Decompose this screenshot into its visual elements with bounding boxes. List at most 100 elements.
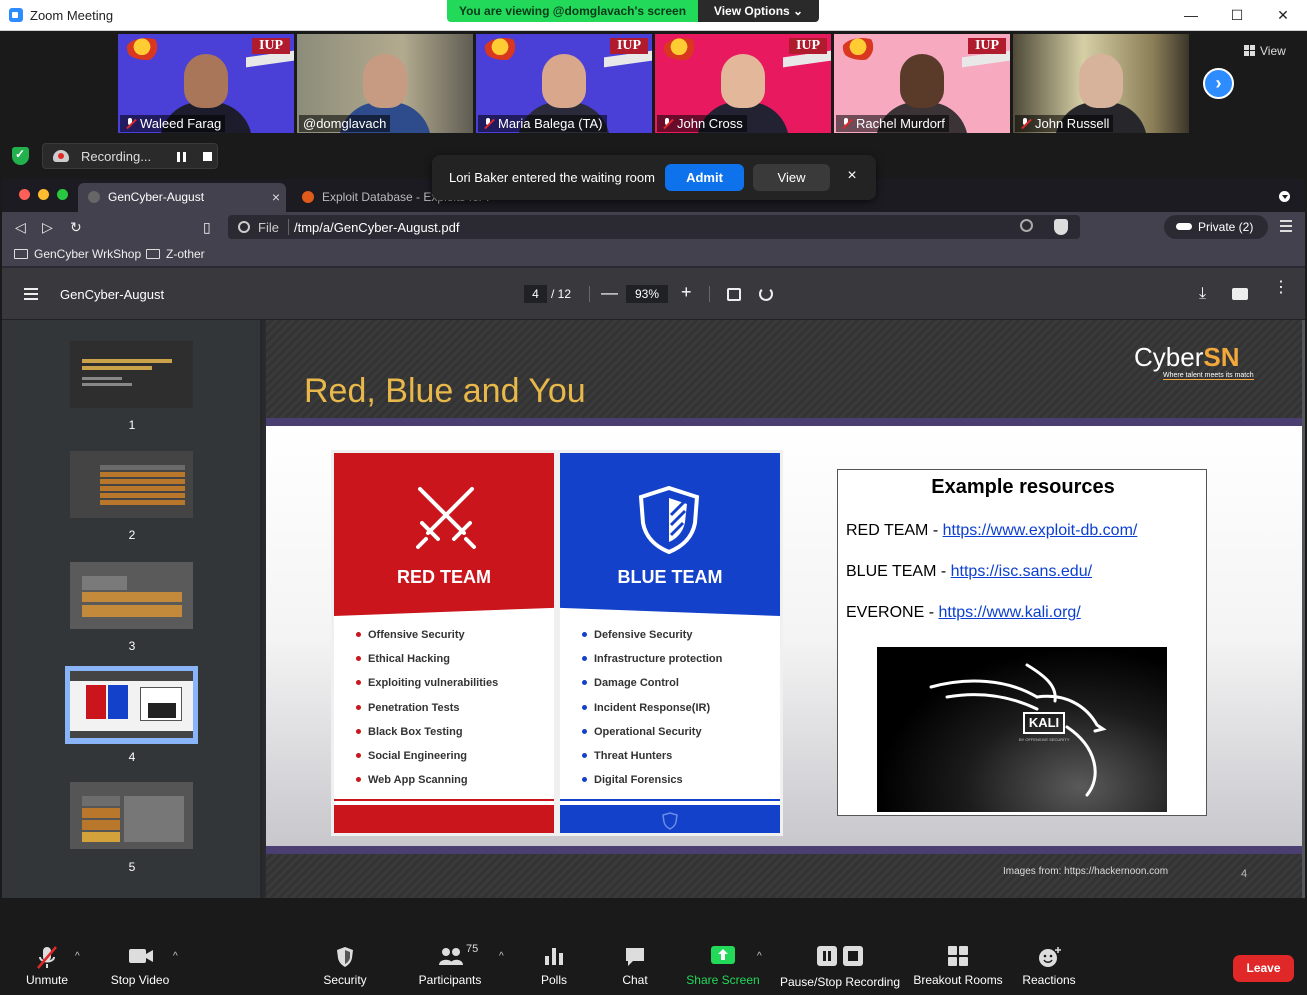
maximize-button[interactable]: ☐	[1214, 4, 1260, 26]
pause-stop-recording-button[interactable]: Pause/Stop Recording	[778, 938, 902, 994]
info-icon[interactable]	[238, 221, 250, 233]
participant-tile[interactable]: John Russell	[1013, 34, 1189, 133]
zoom-level-input[interactable]: 93%	[626, 285, 668, 303]
zoom-app-icon	[9, 8, 23, 22]
exploit-db-link[interactable]: https://www.exploit-db.com/	[943, 522, 1138, 539]
forward-icon[interactable]: ▷	[42, 219, 53, 236]
share-screen-button[interactable]: Share Screen	[684, 938, 762, 994]
sans-isc-link[interactable]: https://isc.sans.edu/	[951, 563, 1092, 580]
reload-icon[interactable]: ↻	[70, 219, 82, 236]
audio-options-caret[interactable]: ^	[75, 951, 80, 962]
gencyber-logo-icon	[842, 38, 882, 60]
gencyber-logo-icon	[663, 38, 703, 60]
thumbnail-number: 4	[128, 750, 136, 764]
participant-tile[interactable]: IUP John Cross	[655, 34, 831, 133]
admit-button[interactable]: Admit	[665, 164, 744, 191]
print-icon[interactable]	[1232, 288, 1248, 300]
leave-button[interactable]: Leave	[1233, 955, 1294, 982]
next-gallery-page-button[interactable]: ›	[1203, 68, 1234, 99]
breakout-rooms-button[interactable]: Breakout Rooms	[912, 938, 1004, 994]
close-window-button[interactable]: ✕	[1260, 4, 1306, 26]
tab-list-icon[interactable]	[1279, 191, 1290, 202]
kali-logo-image: KALI BY OFFENSIVE SECURITY	[877, 647, 1167, 812]
thumbnail-page[interactable]	[70, 782, 193, 849]
list-item: Threat Hunters	[582, 750, 722, 774]
minimize-button[interactable]: —	[1168, 4, 1214, 26]
participant-tile[interactable]: IUP Maria Balega (TA)	[476, 34, 652, 133]
close-tab-icon[interactable]: ×	[272, 183, 280, 212]
kali-subtitle: BY OFFENSIVE SECURITY	[1019, 737, 1070, 742]
brand-tagline: Where talent meets its match	[1163, 372, 1254, 380]
brave-shield-icon[interactable]	[1054, 219, 1068, 235]
kali-link[interactable]: https://www.kali.org/	[938, 604, 1080, 621]
security-button[interactable]: Security	[317, 938, 373, 994]
zoom-out-icon[interactable]: —	[601, 283, 618, 303]
view-options-button[interactable]: View Options ⌄	[698, 0, 819, 22]
avatar	[184, 54, 228, 108]
avatar	[721, 54, 765, 108]
participant-tile[interactable]: IUP Rachel Murdorf	[834, 34, 1010, 133]
browser-menu-icon[interactable]	[1280, 220, 1292, 232]
thumbnail-page[interactable]	[70, 341, 193, 408]
fit-page-icon[interactable]	[727, 288, 741, 301]
thumbnail-page[interactable]	[70, 451, 193, 518]
search-icon[interactable]	[1020, 219, 1033, 232]
back-icon[interactable]: ◁	[15, 219, 26, 236]
zoom-in-icon[interactable]: +	[681, 282, 692, 303]
share-options-caret[interactable]: ^	[757, 951, 762, 962]
security-shield-icon	[337, 947, 353, 967]
video-options-caret[interactable]: ^	[173, 951, 178, 962]
rotate-icon[interactable]	[759, 287, 773, 301]
iup-logo: IUP	[789, 38, 827, 54]
gencyber-logo-icon	[484, 38, 524, 60]
participant-tile[interactable]: @domglavach	[297, 34, 473, 133]
encryption-shield-icon[interactable]	[12, 147, 29, 165]
participants-button[interactable]: 75 Participants	[418, 938, 482, 994]
shield-icon	[638, 485, 700, 555]
gencyber-logo-icon	[126, 38, 166, 60]
viewing-status: You are viewing @domglavach's screen	[447, 0, 698, 22]
example-resources-box: Example resources RED TEAM - https://www…	[837, 469, 1207, 816]
bookmark-icon[interactable]: ▯	[203, 219, 211, 236]
polls-button[interactable]: Polls	[532, 938, 576, 994]
download-icon[interactable]: ⤓	[1199, 285, 1206, 303]
red-team-list: Offensive Security Ethical Hacking Explo…	[356, 629, 498, 798]
pdf-thumbnail-sidebar: 1 2 3 4 5	[2, 320, 263, 898]
pause-recording-icon[interactable]	[177, 152, 186, 162]
participants-options-caret[interactable]: ^	[499, 951, 504, 962]
iup-logo: IUP	[252, 38, 290, 54]
thumbnail-page-selected[interactable]	[65, 666, 198, 744]
close-notification-icon[interactable]: ×	[843, 167, 861, 187]
unmute-button[interactable]: Unmute	[16, 938, 78, 994]
chat-button[interactable]: Chat	[613, 938, 657, 994]
bookmark-folder-gencyber[interactable]: GenCyber WrkShop	[14, 247, 141, 261]
page-total: / 12	[551, 287, 572, 301]
reactions-button[interactable]: Reactions	[1020, 938, 1078, 994]
view-layout-button[interactable]: View	[1244, 42, 1300, 60]
page-number-input[interactable]: 4	[524, 285, 547, 303]
list-item: Web App Scanning	[356, 774, 498, 798]
resources-title: Example resources	[931, 476, 1115, 498]
pdf-menu-icon[interactable]	[24, 288, 38, 300]
address-bar[interactable]: File /tmp/a/GenCyber-August.pdf	[228, 215, 1080, 239]
muted-mic-icon	[662, 118, 672, 129]
shared-screen: GenCyber-August × Exploit Database - Exp…	[2, 179, 1305, 898]
stop-video-button[interactable]: Stop Video	[104, 938, 176, 994]
tab-gencyber[interactable]: GenCyber-August ×	[78, 183, 286, 212]
stop-recording-icon[interactable]	[203, 152, 212, 161]
bookmark-folder-z-other[interactable]: Z-other	[146, 247, 205, 261]
minimize-dot-icon[interactable]	[38, 189, 49, 200]
more-options-icon[interactable]: ⋮	[1273, 280, 1289, 296]
zoom-dot-icon[interactable]	[57, 189, 68, 200]
private-window-badge[interactable]: Private (2)	[1164, 215, 1268, 239]
thumbnail-page[interactable]	[70, 562, 193, 629]
pdf-page-view[interactable]: Red, Blue and You CyberSN Where talent m…	[266, 320, 1305, 898]
url-text[interactable]: /tmp/a/GenCyber-August.pdf	[294, 220, 459, 235]
muted-mic-icon	[37, 946, 57, 969]
avatar	[363, 54, 407, 108]
resource-row: RED TEAM - https://www.exploit-db.com/	[846, 522, 1138, 539]
close-dot-icon[interactable]	[19, 189, 30, 200]
list-item: Defensive Security	[582, 629, 722, 653]
participant-tile[interactable]: IUP Waleed Farag	[118, 34, 294, 133]
view-waiting-room-button[interactable]: View	[753, 164, 830, 191]
